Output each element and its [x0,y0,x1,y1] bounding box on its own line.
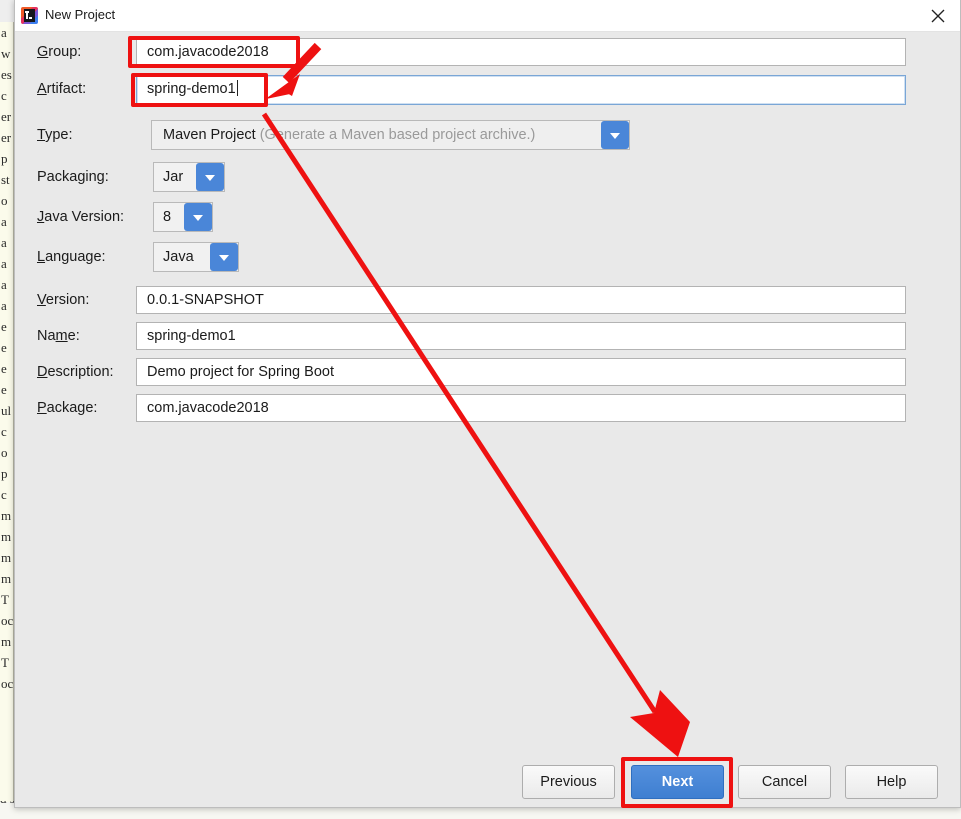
previous-button-label: Previous [540,774,596,790]
background-code-line: a [1,295,13,316]
packaging-combobox-value: Jar [154,169,196,185]
version-input[interactable]: 0.0.1-SNAPSHOT [136,286,906,314]
background-code-line: c [1,85,13,106]
background-code-line: oc [1,610,13,631]
field-row-description: Description: Demo project for Spring Boo… [15,358,960,386]
version-input-value: 0.0.1-SNAPSHOT [147,292,264,308]
java-version-combobox[interactable]: 8 [153,202,213,232]
background-code-line: a [1,211,13,232]
label-package: Package: [37,394,97,422]
background-code-line: e [1,358,13,379]
background-code-line: m [1,568,13,589]
background-code-line: a [1,232,13,253]
background-code-line: c [1,421,13,442]
label-packaging: Packaging: [37,162,109,192]
next-button[interactable]: Next [631,765,724,799]
background-code-line: e [1,316,13,337]
field-row-version: Version: 0.0.1-SNAPSHOT [15,286,960,314]
name-input[interactable]: spring-demo1 [136,322,906,350]
background-code-line: ul [1,400,13,421]
background-code-line: T [1,652,13,673]
background-code-line: w [1,43,13,64]
previous-button[interactable]: Previous [522,765,615,799]
help-button-label: Help [877,774,907,790]
background-code-line: er [1,106,13,127]
background-editor-left-sliver: awescererpstoaaaaaeeeeulcopcmmmmTocmToc [0,22,14,802]
label-description: Description: [37,358,114,386]
artifact-input[interactable]: spring-demo1 [136,75,906,105]
background-code-line: m [1,526,13,547]
background-code-line: p [1,463,13,484]
package-input-value: com.javacode2018 [147,400,269,416]
background-code-line: a [1,253,13,274]
cancel-button[interactable]: Cancel [738,765,831,799]
packaging-combobox[interactable]: Jar [153,162,225,192]
background-code-line: o [1,442,13,463]
chevron-down-icon[interactable] [184,203,212,231]
background-code-line: p [1,148,13,169]
type-combobox[interactable]: Maven Project (Generate a Maven based pr… [151,120,630,150]
background-code-line: e [1,337,13,358]
field-row-name: Name: spring-demo1 [15,322,960,350]
text-caret [237,80,238,96]
background-code-line: a [1,22,13,43]
group-input-value: com.javacode2018 [147,44,269,60]
close-icon[interactable] [916,0,960,31]
chevron-down-icon[interactable] [196,163,224,191]
intellij-idea-icon [21,7,38,24]
field-row-artifact: Artifact: spring-demo1 [15,75,960,103]
background-code-line: m [1,631,13,652]
background-code-line: st [1,169,13,190]
java-version-combobox-value: 8 [154,209,184,225]
dialog-titlebar: New Project [15,0,960,32]
background-code-line: o [1,190,13,211]
label-java-version: Java Version: [37,202,124,232]
field-row-language: Language: Java [15,242,960,272]
chevron-down-icon[interactable] [210,243,238,271]
new-project-dialog: New Project Group: com.javacode2018 Arti… [14,0,961,808]
label-type: Type: [37,120,72,150]
background-code-line: oc [1,673,13,694]
language-combobox-value: Java [154,249,210,265]
description-input-value: Demo project for Spring Boot [147,364,334,380]
field-row-group: Group: com.javacode2018 [15,38,960,66]
background-code-line: es [1,64,13,85]
package-input[interactable]: com.javacode2018 [136,394,906,422]
label-group: Group: [37,38,81,66]
background-code-line: T [1,589,13,610]
background-code-line: e [1,379,13,400]
chevron-down-icon[interactable] [601,121,629,149]
field-row-type: Type: Maven Project (Generate a Maven ba… [15,120,960,150]
description-input[interactable]: Demo project for Spring Boot [136,358,906,386]
type-value-hint: (Generate a Maven based project archive.… [260,127,536,143]
label-version: Version: [37,286,89,314]
background-code-line: m [1,505,13,526]
language-combobox[interactable]: Java [153,242,239,272]
cancel-button-label: Cancel [762,774,807,790]
artifact-input-value: spring-demo1 [147,81,236,97]
type-combobox-value: Maven Project (Generate a Maven based pr… [152,127,601,143]
background-code-line: a [1,274,13,295]
field-row-packaging: Packaging: Jar [15,162,960,192]
type-value-text: Maven Project [163,127,256,143]
name-input-value: spring-demo1 [147,328,236,344]
field-row-package: Package: com.javacode2018 [15,394,960,422]
background-code-line: m [1,547,13,568]
next-button-label: Next [662,774,693,790]
label-language: Language: [37,242,106,272]
label-artifact: Artifact: [37,75,86,103]
background-code-line: c [1,484,13,505]
help-button[interactable]: Help [845,765,938,799]
field-row-java-version: Java Version: 8 [15,202,960,232]
dialog-title: New Project [45,7,115,22]
group-input[interactable]: com.javacode2018 [136,38,906,66]
background-code-line: er [1,127,13,148]
label-name: Name: [37,322,80,350]
